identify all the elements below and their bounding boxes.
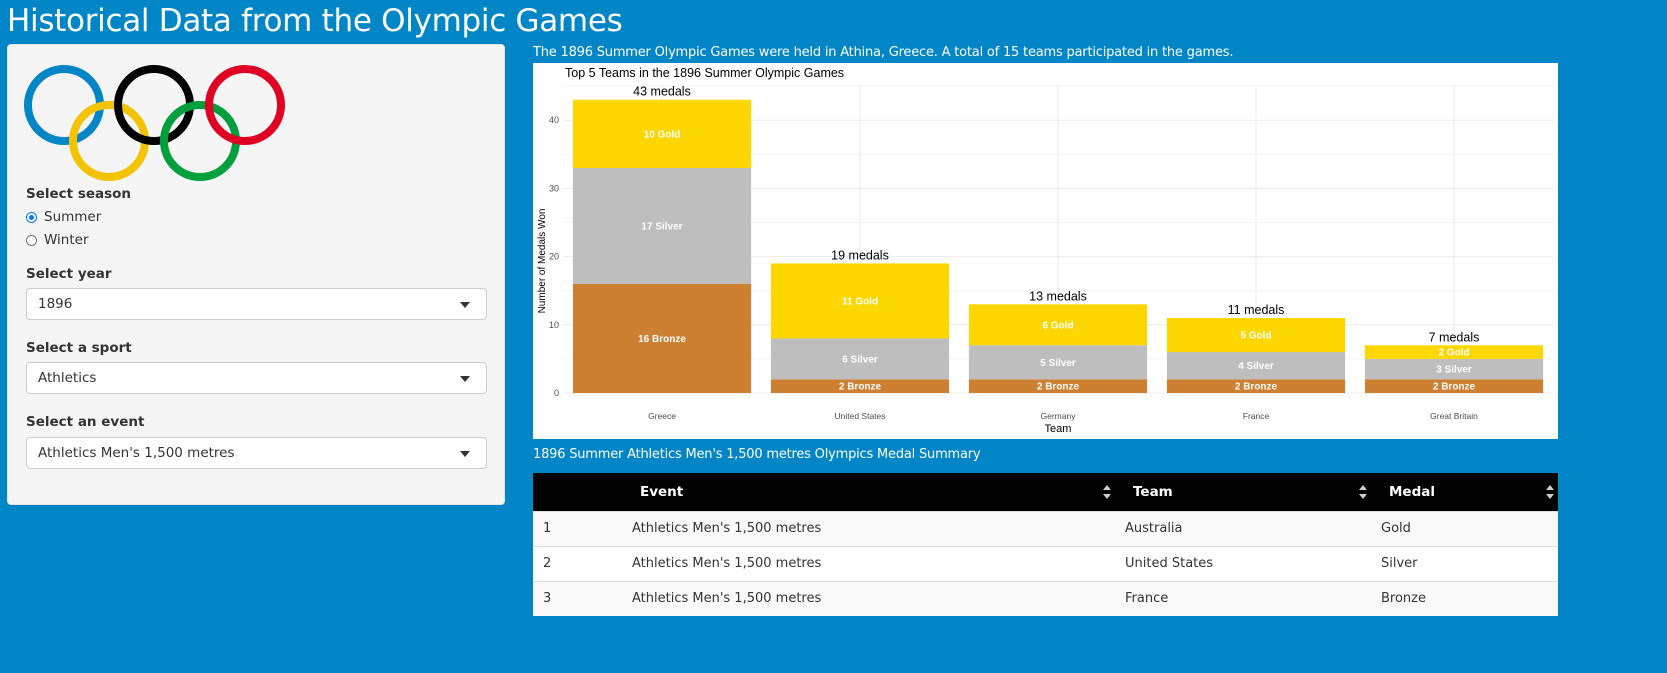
year-select-value: 1896 — [38, 296, 73, 312]
sport-select-value: Athletics — [38, 370, 97, 386]
cell-medal: Silver — [1381, 556, 1418, 571]
y-tick-label: 20 — [549, 252, 559, 262]
year-label: Select year — [26, 266, 112, 282]
bar-segment-label: 2 Bronze — [1433, 382, 1476, 393]
olympic-rings-logo — [24, 65, 285, 181]
cell-team: Australia — [1125, 521, 1183, 536]
games-summary-text: The 1896 Summer Olympic Games were held … — [533, 45, 1234, 60]
sort-icon[interactable] — [1103, 485, 1111, 499]
table-row[interactable]: 2 Athletics Men's 1,500 metres United St… — [533, 546, 1558, 581]
bar-segment-label: 16 Bronze — [638, 334, 686, 345]
x-tick-label: Greece — [648, 411, 676, 421]
bar-segment-label: 2 Bronze — [1037, 382, 1080, 393]
bar-total-label: 19 medals — [831, 248, 889, 262]
y-axis-label: Number of Medals Won — [537, 209, 548, 314]
row-index: 3 — [543, 591, 552, 606]
cell-medal: Bronze — [1381, 591, 1426, 606]
bar-segment-label: 10 Gold — [644, 129, 681, 140]
chevron-down-icon[interactable] — [460, 376, 470, 382]
bar-segment-label: 2 Bronze — [1235, 382, 1278, 393]
cell-medal: Gold — [1381, 521, 1411, 536]
season-option-winter[interactable]: Winter — [26, 230, 89, 250]
event-select-value: Athletics Men's 1,500 metres — [38, 445, 235, 461]
season-option-summer[interactable]: Summer — [26, 207, 101, 227]
cell-event: Athletics Men's 1,500 metres — [632, 556, 822, 571]
y-tick-label: 40 — [549, 115, 559, 125]
x-tick-label: Great Britain — [1430, 411, 1478, 421]
cell-event: Athletics Men's 1,500 metres — [632, 591, 822, 606]
bar-segment-label: 3 Silver — [1436, 365, 1472, 376]
x-tick-label: Germany — [1041, 411, 1077, 421]
x-tick-label: United States — [834, 411, 885, 421]
sort-icon[interactable] — [1546, 485, 1554, 499]
bar-segment-label: 2 Bronze — [839, 382, 882, 393]
bar-total-label: 7 medals — [1429, 330, 1480, 344]
medal-summary-table: Event Team Medal 1 Athletics Men's 1,500… — [533, 473, 1558, 616]
table-header-row: Event Team Medal — [533, 473, 1558, 511]
bar-segment-label: 11 Gold — [842, 296, 878, 307]
y-tick-label: 0 — [554, 388, 559, 398]
row-index: 2 — [543, 556, 552, 571]
x-axis-label: Team — [1045, 423, 1072, 435]
bar-segment-label: 17 Silver — [641, 221, 682, 232]
sidebar-panel: Select season Summer Winter Select year … — [7, 44, 505, 505]
sort-icon[interactable] — [1359, 485, 1367, 499]
sport-label: Select a sport — [26, 340, 132, 356]
bar-segment-label: 4 Silver — [1238, 361, 1274, 372]
bar-segment-label: 5 Silver — [1040, 358, 1076, 369]
table-row[interactable]: 1 Athletics Men's 1,500 metres Australia… — [533, 511, 1558, 546]
table-caption: 1896 Summer Athletics Men's 1,500 metres… — [533, 447, 981, 462]
page-title: Historical Data from the Olympic Games — [7, 3, 623, 39]
bar-segment-label: 6 Gold — [1042, 320, 1073, 331]
radio-icon-unchecked[interactable] — [26, 234, 37, 246]
cell-team: United States — [1125, 556, 1214, 571]
medal-bar-chart: 0 10 20 30 40 Top 5 Teams in the 1896 Summer … — [537, 66, 1553, 435]
cell-team: France — [1125, 591, 1169, 606]
bar-segment-label: 5 Gold — [1240, 331, 1271, 342]
table-row[interactable]: 3 Athletics Men's 1,500 metres France Br… — [533, 581, 1558, 616]
cell-event: Athletics Men's 1,500 metres — [632, 521, 822, 536]
chevron-down-icon[interactable] — [460, 451, 470, 457]
chart-title: Top 5 Teams in the 1896 Summer Olympic G… — [565, 66, 844, 80]
bar-total-label: 11 medals — [1228, 303, 1285, 317]
column-header-team[interactable]: Team — [1133, 473, 1173, 511]
bar-segment-label: 2 Gold — [1438, 348, 1469, 359]
chevron-down-icon[interactable] — [460, 302, 470, 308]
column-header-medal[interactable]: Medal — [1389, 473, 1435, 511]
season-label: Select season — [26, 186, 132, 202]
event-label: Select an event — [26, 414, 145, 430]
season-option-label: Winter — [44, 232, 89, 248]
season-option-label: Summer — [44, 209, 102, 225]
bar-total-label: 13 medals — [1029, 289, 1087, 303]
event-select[interactable]: Athletics Men's 1,500 metres — [26, 437, 487, 469]
year-select[interactable]: 1896 — [26, 288, 487, 320]
column-header-event[interactable]: Event — [640, 473, 683, 511]
medal-chart-panel: 0 10 20 30 40 Top 5 Teams in the 1896 Summer … — [533, 63, 1558, 439]
bar-segment-label: 6 Silver — [842, 354, 878, 365]
x-tick-label: France — [1243, 411, 1270, 421]
sport-select[interactable]: Athletics — [26, 362, 487, 394]
row-index: 1 — [543, 521, 552, 536]
radio-icon-checked[interactable] — [26, 211, 37, 223]
y-tick-label: 30 — [549, 183, 559, 193]
y-tick-label: 10 — [549, 320, 559, 330]
bar-total-label: 43 medals — [633, 85, 691, 99]
